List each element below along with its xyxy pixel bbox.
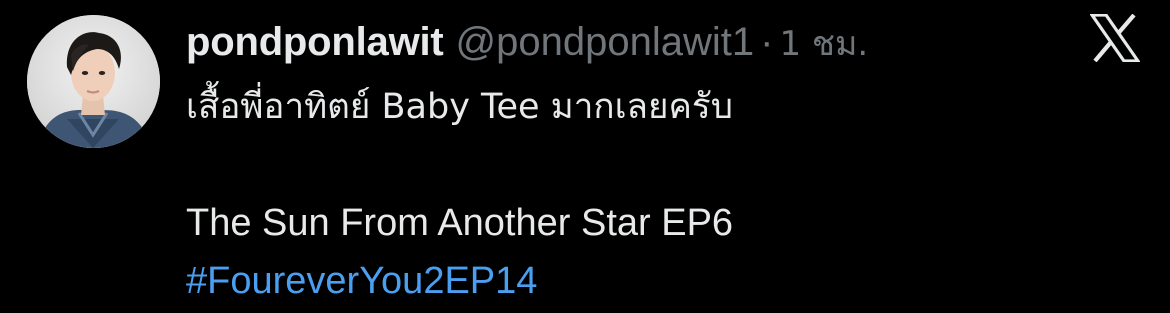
separator-dot: · bbox=[760, 20, 774, 64]
avatar[interactable] bbox=[27, 15, 160, 148]
tweet-card[interactable]: pondponlawit @pondponlawit1 · 1 ชม. เสื้… bbox=[0, 0, 1170, 313]
author-display-name[interactable]: pondponlawit bbox=[186, 20, 444, 65]
tweet-text-line: The Sun From Another Star EP6 bbox=[186, 202, 734, 244]
x-logo-icon[interactable] bbox=[1090, 14, 1140, 62]
hashtag-link[interactable]: #FoureverYou2EP14 bbox=[186, 252, 1126, 310]
tweet-header: pondponlawit @pondponlawit1 · 1 ชม. bbox=[186, 16, 868, 64]
tweet-text-line: เสื้อพี่อาทิตย์ Baby Tee มากเลยครับ bbox=[186, 87, 733, 127]
profile-photo-icon bbox=[27, 15, 160, 148]
tweet-timestamp[interactable]: 1 ชม. bbox=[779, 16, 868, 70]
author-handle[interactable]: @pondponlawit1 bbox=[456, 20, 755, 65]
tweet-body: เสื้อพี่อาทิตย์ Baby Tee มากเลยครับ The … bbox=[186, 78, 1126, 310]
